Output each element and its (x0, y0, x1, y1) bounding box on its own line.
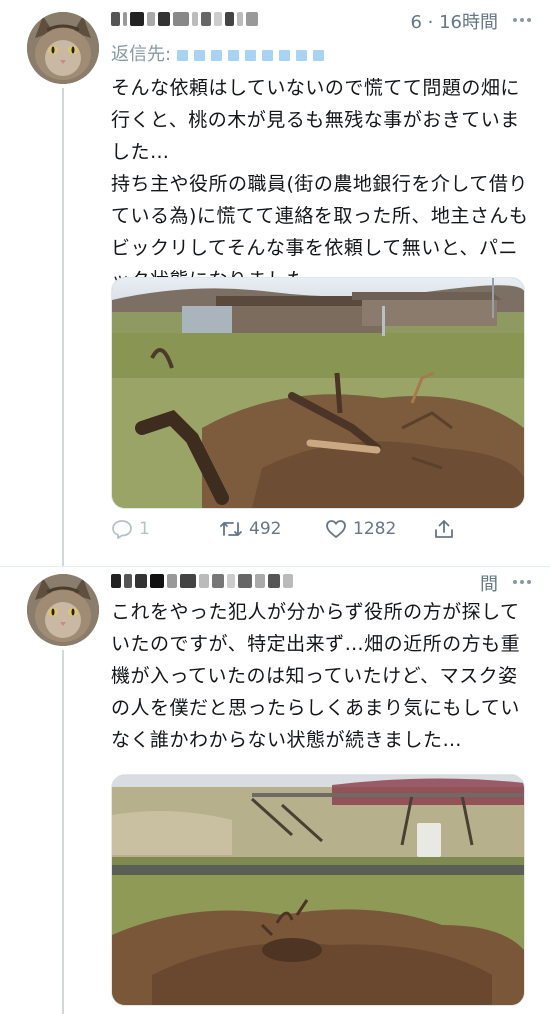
avatar[interactable] (27, 574, 99, 646)
tweet-actions: 1 492 1282 (111, 518, 531, 548)
more-icon[interactable] (512, 8, 532, 37)
reply-count: 1 (139, 519, 150, 539)
reply-to: 返信先: (111, 40, 330, 66)
tweet-header: 6 · 16時間 (111, 8, 532, 36)
avatar[interactable] (27, 12, 99, 84)
like-icon (325, 518, 347, 540)
tweet[interactable]: 6 · 16時間 返信先: そんな依頼はしていないので慌てて問題の畑に行くと、桃… (0, 0, 550, 566)
tweet-timestamp[interactable]: 6 · 16時間 (410, 8, 498, 34)
retweet-button[interactable]: 492 (219, 518, 281, 540)
redacted-name (111, 8, 261, 29)
tweet-photo[interactable] (111, 277, 525, 509)
reply-to-label: 返信先: (111, 44, 172, 65)
tweet[interactable]: 間 これをやった犯人が分からず役所の方が探していたのですが、特定出来ず…畑の近所… (0, 566, 550, 1014)
share-button[interactable] (433, 518, 455, 540)
retweet-icon (219, 518, 243, 540)
tweet-header: 間 (111, 570, 532, 598)
like-count: 1282 (353, 519, 397, 539)
reply-icon (111, 518, 133, 540)
tweet-paragraph: これをやった犯人が分からず役所の方が探していたのですが、特定出来ず…畑の近所の方… (111, 601, 521, 751)
more-icon[interactable] (512, 570, 532, 599)
tweet-photo[interactable] (111, 774, 525, 1006)
tweet-text: そんな依頼はしていないので慌てて問題の畑に行くと、桃の木が見るも無残な事がおきて… (111, 72, 531, 296)
reply-button[interactable]: 1 (111, 518, 150, 540)
tweet-paragraph: そんな依頼はしていないので慌てて問題の畑に行くと、桃の木が見るも無残な事がおきて… (111, 77, 520, 163)
like-button[interactable]: 1282 (325, 518, 396, 540)
redacted-name (111, 570, 296, 591)
tweet-text: これをやった犯人が分からず役所の方が探していたのですが、特定出来ず…畑の近所の方… (111, 596, 531, 756)
tweet-timestamp[interactable]: 間 (480, 570, 498, 596)
share-icon (433, 518, 455, 540)
retweet-count: 492 (249, 519, 282, 539)
reply-to-handle[interactable] (176, 44, 330, 65)
